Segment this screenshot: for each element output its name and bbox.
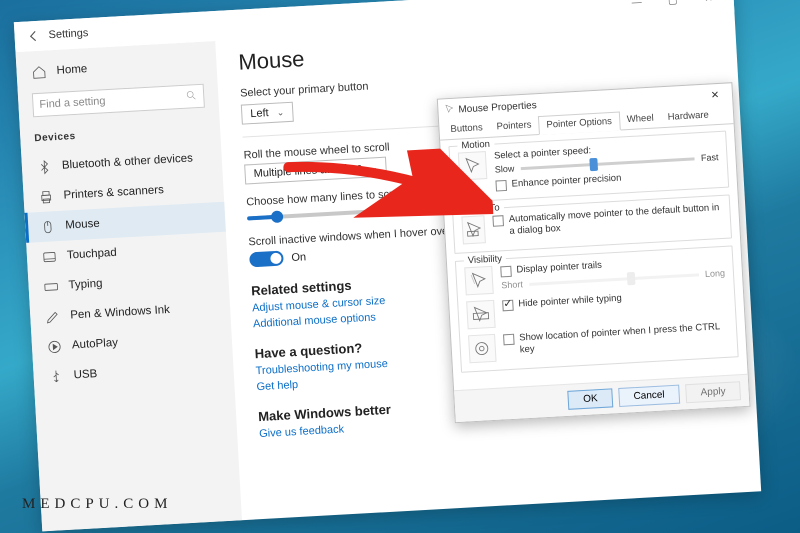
maximize-button[interactable]: ▢: [655, 0, 690, 12]
checkbox-icon: [500, 266, 512, 278]
sidebar-item-label: AutoPlay: [72, 337, 119, 352]
lines-value: 3: [373, 205, 380, 217]
search-icon: [185, 88, 198, 104]
mp-trails-slider: [529, 273, 699, 286]
mp-enhance-label: Enhance pointer precision: [511, 172, 621, 190]
mp-slow-label: Slow: [495, 163, 515, 174]
mp-cancel-button[interactable]: Cancel: [618, 384, 680, 406]
mp-snap-checkbox[interactable]: Automatically move pointer to the defaul…: [493, 202, 723, 238]
sidebar-home-label: Home: [56, 63, 87, 77]
mp-tab-hardware[interactable]: Hardware: [660, 106, 716, 127]
mp-hide-label: Hide pointer while typing: [518, 293, 622, 311]
home-icon: [30, 63, 47, 80]
slider-thumb-icon[interactable]: [589, 157, 598, 170]
mp-group-snap: Snap To Automatically move pointer to th…: [452, 194, 732, 253]
slider-thumb-icon[interactable]: [271, 210, 284, 223]
slider-thumb-icon: [627, 271, 636, 284]
mouse-icon: [39, 218, 56, 235]
mp-ok-button[interactable]: OK: [568, 388, 613, 409]
pen-icon: [44, 308, 61, 325]
mp-trails-label: Display pointer trails: [516, 260, 602, 277]
inactive-toggle[interactable]: [249, 250, 284, 267]
touchpad-icon: [41, 248, 58, 265]
search-input[interactable]: Find a setting: [32, 84, 205, 118]
sidebar-home[interactable]: Home: [16, 47, 217, 88]
primary-button-value: Left: [250, 107, 269, 120]
sidebar-item-label: Touchpad: [67, 247, 117, 262]
watermark-text: MEDCPU.COM: [22, 496, 172, 513]
chevron-down-icon: ⌄: [276, 107, 284, 118]
primary-button-dropdown[interactable]: Left ⌄: [241, 102, 294, 125]
roll-dropdown[interactable]: Multiple lines at a time ⌄: [244, 156, 387, 184]
sidebar-item-label: Mouse: [65, 218, 100, 232]
mp-hide-checkbox[interactable]: Hide pointer while typing: [502, 293, 622, 312]
search-placeholder: Find a setting: [39, 95, 106, 111]
mouse-properties-dialog: Mouse Properties ✕ ButtonsPointersPointe…: [437, 82, 751, 423]
sidebar-item-label: Pen & Windows Ink: [70, 304, 170, 322]
mp-group-motion: Motion Select a pointer speed: Slow Fast: [448, 130, 729, 202]
checkbox-icon: [503, 334, 515, 346]
mp-apply-button: Apply: [685, 381, 741, 403]
mp-trails-short: Short: [501, 279, 523, 290]
roll-value: Multiple lines at a time: [253, 162, 362, 180]
keyboard-icon: [42, 278, 59, 295]
chevron-down-icon: ⌄: [370, 161, 378, 172]
lines-slider[interactable]: [247, 210, 367, 221]
checkbox-icon: [495, 180, 507, 192]
mp-group-snap-label: Snap To: [461, 202, 504, 215]
trails-icon: [464, 266, 494, 296]
mp-tab-wheel[interactable]: Wheel: [619, 109, 661, 129]
mp-trails-long: Long: [705, 268, 726, 279]
ctrl-locate-icon: [468, 334, 496, 363]
mp-cursor-icon: [444, 103, 455, 117]
sidebar-item-label: USB: [73, 368, 97, 381]
mp-title: Mouse Properties: [458, 99, 537, 114]
back-button[interactable]: [22, 24, 45, 47]
sidebar-item-label: Printers & scanners: [63, 184, 164, 202]
mp-group-motion-label: Motion: [457, 138, 494, 151]
mp-snap-label: Automatically move pointer to the defaul…: [509, 202, 723, 238]
pointer-speed-icon: [458, 151, 488, 181]
mp-tab-buttons[interactable]: Buttons: [443, 119, 490, 140]
close-button[interactable]: ✕: [691, 0, 726, 10]
sidebar-item-label: Bluetooth & other devices: [62, 152, 194, 171]
autoplay-icon: [46, 338, 63, 355]
mp-fast-label: Fast: [701, 152, 719, 163]
mp-close-button[interactable]: ✕: [704, 85, 727, 104]
checkbox-icon: [493, 215, 505, 227]
mp-tab-pointers[interactable]: Pointers: [489, 116, 539, 137]
settings-title: Settings: [48, 27, 88, 41]
usb-icon: [47, 368, 64, 385]
mp-ctrl-checkbox[interactable]: Show location of pointer when I press th…: [503, 321, 729, 357]
sidebar-item-label: Typing: [68, 277, 103, 291]
mp-group-visibility: Visibility Display pointer trails Short: [455, 245, 739, 372]
inactive-state-text: On: [291, 251, 306, 264]
screenshot-card: Settings — ▢ ✕ Home Find a setting: [14, 0, 786, 531]
arrow-left-icon: [26, 29, 41, 44]
checkbox-checked-icon: [502, 300, 514, 312]
window-controls: — ▢ ✕: [619, 0, 726, 14]
settings-sidebar: Home Find a setting Devices Bluetooth & …: [16, 41, 242, 531]
bluetooth-icon: [36, 158, 53, 175]
snap-to-icon: [461, 215, 486, 244]
hide-typing-icon: [466, 300, 496, 330]
mp-ctrl-label: Show location of pointer when I press th…: [519, 321, 729, 356]
mp-group-visibility-label: Visibility: [464, 253, 507, 266]
minimize-button[interactable]: —: [619, 0, 654, 14]
printer-icon: [37, 188, 54, 205]
